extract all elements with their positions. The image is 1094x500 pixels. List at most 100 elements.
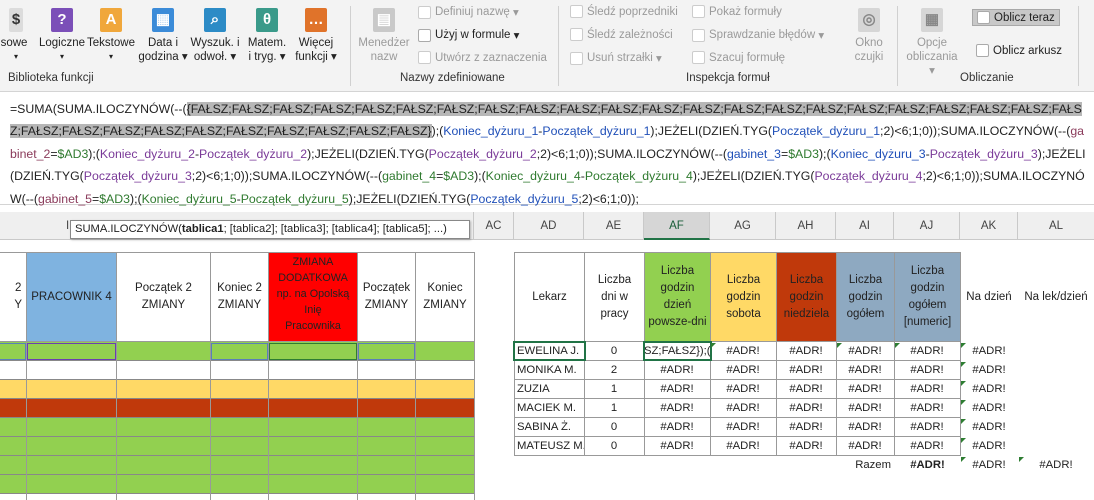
define-name-button[interactable]: Definiuj nazwę ▾: [418, 5, 519, 19]
financial-button[interactable]: $ sowe ▾: [0, 8, 32, 64]
workdays-cell[interactable]: 0: [584, 437, 645, 456]
total-hours-numeric-cell[interactable]: #ADR!: [894, 361, 961, 380]
left-row[interactable]: [0, 456, 474, 475]
worksheet-grid[interactable]: I AC AD AE AF AG AH AI AJ AK AL 2Y PRACO…: [0, 212, 1094, 500]
total-hours-numeric-cell[interactable]: #ADR!: [894, 380, 961, 399]
total-hours-cell[interactable]: #ADR!: [836, 437, 895, 456]
per-day-cell[interactable]: #ADR!: [960, 418, 1018, 437]
column-header-ac[interactable]: AC: [474, 212, 514, 240]
left-row[interactable]: [0, 399, 474, 418]
column-header-ae[interactable]: AE: [584, 212, 644, 240]
extra-shift-header[interactable]: ZMIANA DODATKOWA np. na Opolską Inię Pracown…: [268, 252, 358, 342]
left-row[interactable]: [0, 418, 474, 437]
total-hours-numeric-header[interactable]: Liczba godzin ogółem [numeric]: [894, 252, 961, 342]
saturday-hours-cell[interactable]: #ADR!: [710, 437, 777, 456]
total-hours-cell[interactable]: #ADR!: [836, 361, 895, 380]
total-hours-cell[interactable]: #ADR!: [836, 380, 895, 399]
left-row[interactable]: [0, 475, 474, 494]
saturday-hours-cell[interactable]: #ADR!: [710, 418, 777, 437]
trace-dependents-button[interactable]: Śledź zależności: [570, 28, 673, 41]
pracownik4-header[interactable]: PRACOWNIK 4: [26, 252, 117, 342]
sunday-hours-cell[interactable]: #ADR!: [776, 418, 837, 437]
calculate-sheet-button[interactable]: Oblicz arkusz: [976, 44, 1062, 57]
sunday-hours-cell[interactable]: #ADR!: [776, 380, 837, 399]
weekday-hours-cell[interactable]: #ADR!: [644, 418, 711, 437]
weekday-hours-cell[interactable]: #ADR!: [644, 380, 711, 399]
sunday-hours-cell[interactable]: #ADR!: [776, 399, 837, 418]
formula-text[interactable]: =SUMA(SUMA.ILOCZYNÓW(--({FAŁSZ;FAŁSZ;FAŁ…: [10, 98, 1090, 210]
doctor-header[interactable]: Lekarz: [514, 252, 585, 342]
left-header-c1[interactable]: 2Y: [0, 252, 27, 342]
workdays-cell[interactable]: 0: [584, 418, 645, 437]
trace-precedents-button[interactable]: Śledź poprzedniki: [570, 5, 678, 18]
formula-bar[interactable]: =SUMA(SUMA.ILOCZYNÓW(--({FAŁSZ;FAŁSZ;FAŁ…: [0, 92, 1094, 206]
weekday-hours-cell[interactable]: #ADR!: [644, 399, 711, 418]
doctor-name-cell[interactable]: MONIKA M.: [514, 361, 585, 380]
sunday-hours-cell[interactable]: #ADR!: [776, 342, 837, 361]
weekday-hours-cell[interactable]: #ADR!: [644, 361, 711, 380]
workdays-cell[interactable]: 1: [584, 380, 645, 399]
workdays-cell[interactable]: 2: [584, 361, 645, 380]
lookup-button[interactable]: ⌕ Wyszuk. i odwoł. ▾: [188, 8, 242, 64]
left-row[interactable]: [0, 361, 474, 380]
tooltip-current-arg[interactable]: tablica1: [182, 223, 224, 235]
saturday-hours-cell[interactable]: #ADR!: [710, 361, 777, 380]
total-hours-numeric-cell[interactable]: #ADR!: [894, 418, 961, 437]
total-hours-numeric-cell[interactable]: #ADR!: [894, 437, 961, 456]
watch-window-button[interactable]: ◎ Okno czujki: [846, 8, 892, 64]
create-from-selection-button[interactable]: Utwórz z zaznaczenia: [418, 51, 547, 64]
doctor-name-cell[interactable]: SABINA Ż.: [514, 418, 585, 437]
show-formulas-button[interactable]: Pokaż formuły: [692, 5, 782, 18]
workdays-cell[interactable]: 1: [584, 399, 645, 418]
active-cell[interactable]: [643, 341, 712, 361]
total-hours-numeric-cell[interactable]: #ADR!: [894, 399, 961, 418]
total-hours-cell[interactable]: #ADR!: [836, 342, 895, 361]
total-hours-cell[interactable]: #ADR!: [836, 399, 895, 418]
per-day-cell[interactable]: #ADR!: [960, 437, 1018, 456]
weekday-hours-cell[interactable]: #ADR!: [644, 437, 711, 456]
end2-header[interactable]: Koniec 2 ZMIANY: [210, 252, 269, 342]
column-header-ad[interactable]: AD: [514, 212, 584, 240]
workdays-header[interactable]: Liczba dni w pracy: [584, 252, 645, 342]
column-header-ak[interactable]: AK: [960, 212, 1018, 240]
left-row[interactable]: [0, 437, 474, 456]
calc-options-button[interactable]: ▦ Opcje obliczania ▾: [902, 8, 962, 78]
totals-per-day-cell[interactable]: #ADR!: [960, 456, 1018, 475]
end-header[interactable]: Koniec ZMIANY: [415, 252, 475, 342]
weekday-hours-header[interactable]: Liczba godzin dzień powsze-dni: [644, 252, 711, 342]
doctor-name-cell[interactable]: MATEUSZ M.: [514, 437, 585, 456]
doctor-name-cell[interactable]: MACIEK M.: [514, 399, 585, 418]
error-checking-button[interactable]: Sprawdzanie błędów ▾: [692, 28, 824, 42]
calculate-now-button[interactable]: Oblicz teraz: [972, 9, 1060, 26]
logical-button[interactable]: ? Logiczne ▾: [33, 8, 91, 64]
saturday-hours-cell[interactable]: #ADR!: [710, 380, 777, 399]
per-doctor-day-header[interactable]: Na lek/dzień: [1018, 252, 1094, 342]
workdays-cell[interactable]: 0: [584, 342, 645, 361]
saturday-hours-cell[interactable]: #ADR!: [710, 399, 777, 418]
remove-arrows-button[interactable]: Usuń strzałki ▾: [570, 51, 662, 65]
start2-header[interactable]: Początek 2 ZMIANY: [116, 252, 211, 342]
column-header-aj[interactable]: AJ: [894, 212, 960, 240]
name-manager-button[interactable]: ▤ Menedżer nazw: [356, 8, 412, 64]
total-hours-header[interactable]: Liczba godzin ogółem: [836, 252, 895, 342]
column-header-ag[interactable]: AG: [710, 212, 776, 240]
per-day-header[interactable]: Na dzień: [960, 252, 1018, 342]
per-day-cell[interactable]: #ADR!: [960, 380, 1018, 399]
sunday-hours-header[interactable]: Liczba godzin niedziela: [776, 252, 837, 342]
datetime-button[interactable]: ▦ Data i godzina ▾: [138, 8, 188, 64]
per-day-cell[interactable]: #ADR!: [960, 361, 1018, 380]
evaluate-formula-button[interactable]: Szacuj formułę: [692, 51, 785, 64]
use-in-formula-button[interactable]: Użyj w formule ▾: [418, 28, 519, 42]
totals-per-doctor-day-cell[interactable]: #ADR!: [1018, 456, 1094, 475]
column-header-ai[interactable]: AI: [836, 212, 894, 240]
column-header-al[interactable]: AL: [1018, 212, 1094, 240]
saturday-hours-header[interactable]: Liczba godzin sobota: [710, 252, 777, 342]
saturday-hours-cell[interactable]: #ADR!: [710, 342, 777, 361]
text-button[interactable]: A Tekstowe ▾: [86, 8, 136, 64]
start-header[interactable]: Początek ZMIANY: [357, 252, 416, 342]
left-row[interactable]: [0, 380, 474, 399]
sunday-hours-cell[interactable]: #ADR!: [776, 361, 837, 380]
math-button[interactable]: θ Matem. i tryg. ▾: [242, 8, 292, 64]
totals-hours-cell[interactable]: #ADR!: [894, 456, 961, 475]
doctor-name-cell[interactable]: ZUZIA: [514, 380, 585, 399]
